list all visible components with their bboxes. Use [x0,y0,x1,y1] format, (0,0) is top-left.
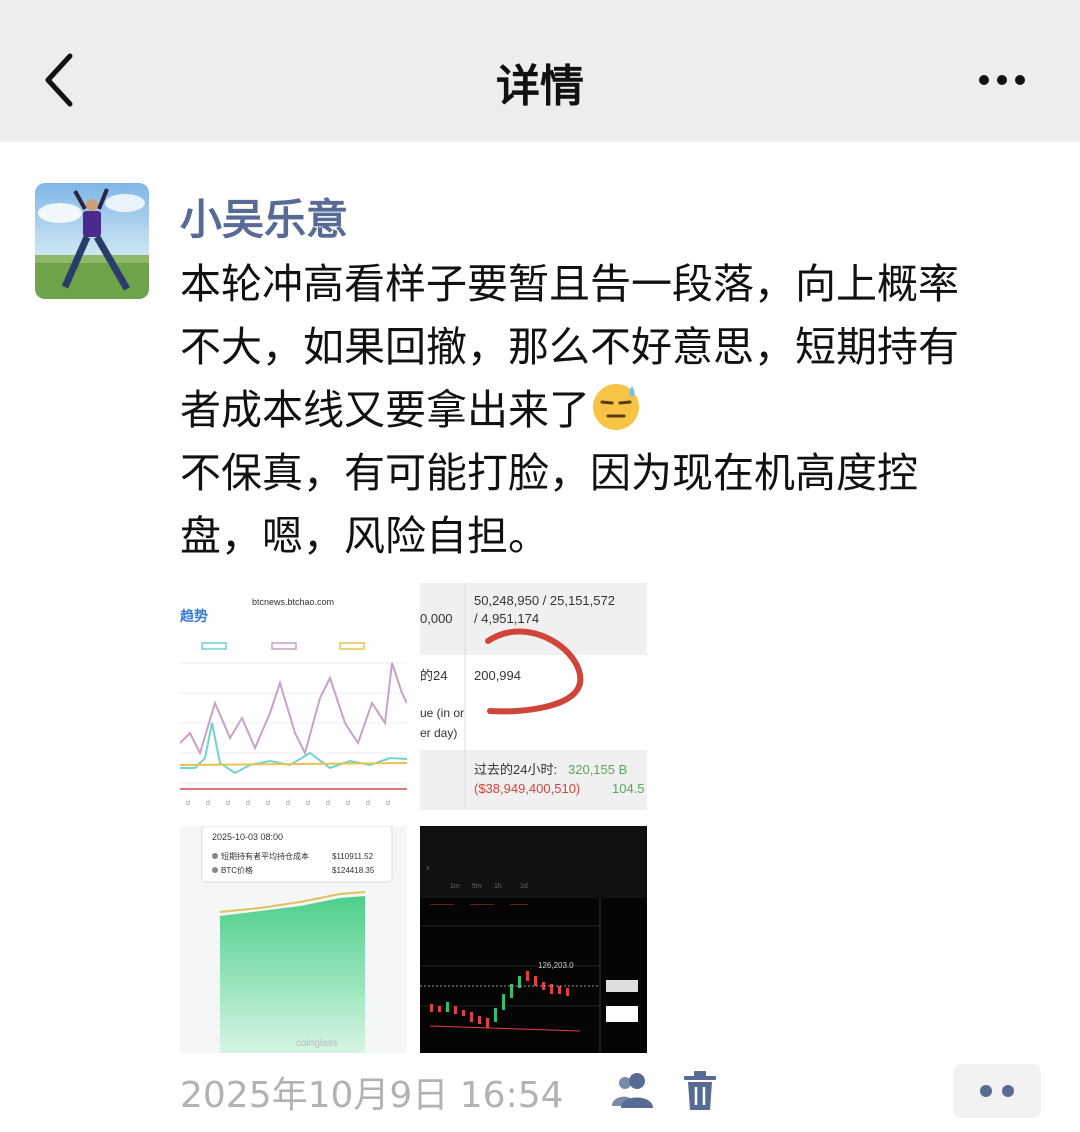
post-text-line: 不大，如果回撤，那么不好意思，短期持有 [180,323,959,371]
past24-tail: 104.5 [612,781,645,796]
stat-line-1: 50,248,950 / 25,151,572 [474,593,615,608]
top-bar: 详情 [0,0,1080,142]
tooltip-row1-label: 短期持有者平均持仓成本 [221,851,309,861]
sweat-face-emoji [590,380,642,432]
svg-text:d: d [366,800,370,807]
svg-text:————: ———— [430,902,454,908]
stat-label-a: 的24 [420,668,447,683]
svg-text:d: d [306,800,310,807]
price-label: 126,203.0 [538,961,574,970]
ellipsis-icon[interactable] [972,62,1032,98]
svg-text:d: d [206,800,210,807]
stat-value-a: 200,994 [474,668,521,683]
image-thumbnail-2[interactable]: 50,248,950 / 25,151,572 0,000 / 4,951,17… [420,583,647,810]
svg-text:1d: 1d [520,883,528,890]
chart-site-text: btcnews.btchao.com [252,597,334,607]
stat-label-b: ue (in or [420,706,464,720]
svg-text:d: d [386,800,390,807]
stat-line-2: / 4,951,174 [474,611,539,626]
post-text: 本轮冲高看样子要暂且告一段落，向上概率 不大，如果回撤，那么不好意思，短期持有 … [180,253,1060,568]
watermark: coinglass [296,1038,338,1049]
trash-icon[interactable] [680,1068,720,1114]
post-text-line: 不保真，有可能打脸，因为现在机高度控 [180,449,918,497]
svg-text:d: d [266,800,270,807]
svg-text:d: d [226,800,230,807]
tooltip-row2-value: $124418.35 [332,866,375,875]
past24-usd: ($38,949,400,510) [474,781,580,796]
post-text-line: 盘，嗯，风险自担。 [180,512,549,560]
svg-text:d: d [346,800,350,807]
svg-text:d: d [186,800,190,807]
tooltip-row2-label: BTC价格 [221,865,253,875]
two-dots-icon[interactable] [953,1064,1041,1118]
svg-text:1m: 1m [450,883,460,890]
svg-text:5m: 5m [472,883,482,890]
post-timestamp: 2025年10月9日 16:54 [180,1075,564,1116]
past24-label: 过去的24小时: [474,762,557,777]
stat-line-1-left: 0,000 [420,611,453,626]
author-name[interactable]: 小吴乐意 [180,186,348,247]
image-thumbnail-3[interactable]: 2025-10-03 08:00 短期持有者平均持仓成本 $110911.52 … [180,826,407,1053]
avatar[interactable] [35,183,149,299]
chart-heading: 趋势 [180,608,208,624]
svg-text:d: d [286,800,290,807]
stat-label-c: er day) [420,726,457,740]
page-title: 详情 [496,61,584,112]
svg-text:d: d [246,800,250,807]
svg-text:x: x [426,865,430,872]
tooltip-date: 2025-10-03 08:00 [212,832,283,842]
people-icon[interactable] [610,1068,656,1114]
svg-text:1h: 1h [494,883,502,890]
svg-text:————: ———— [470,902,494,908]
tooltip-row1-value: $110911.52 [332,852,374,861]
svg-text:———: ——— [510,902,528,908]
post-text-line: 本轮冲高看样子要暂且告一段落，向上概率 [180,260,959,308]
svg-text:d: d [326,800,330,807]
image-thumbnail-4[interactable]: x 1m 5m 1h 1d ———— ———— ——— 126,203.0 [420,826,647,1053]
past24-value: 320,155 B [568,762,627,777]
image-thumbnail-1[interactable]: btcnews.btchao.com 趋势 d d d d d d d d d d d [180,583,407,810]
post-text-line: 者成本线又要拿出来了 [180,379,1060,442]
